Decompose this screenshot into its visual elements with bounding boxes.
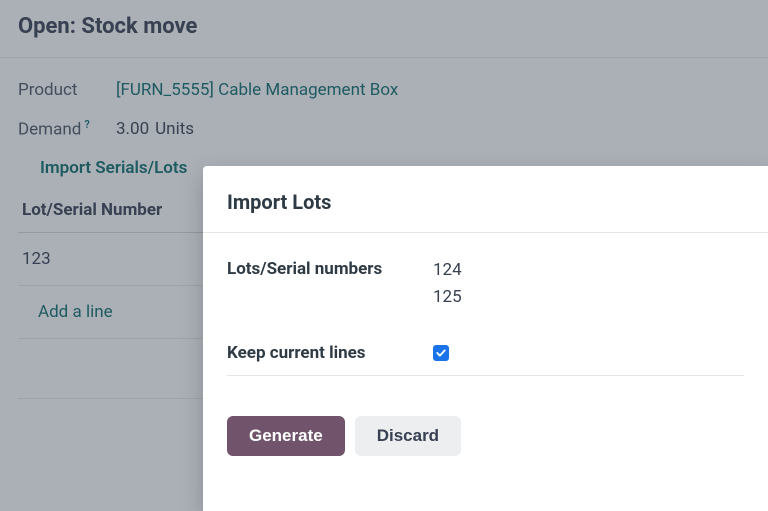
field-keep-lines: Keep current lines <box>227 341 744 376</box>
lots-label: Lots/Serial numbers <box>227 257 433 279</box>
modal-body: Lots/Serial numbers 124 125 Keep current… <box>203 233 768 394</box>
modal-footer: Generate Discard <box>203 394 768 478</box>
check-icon <box>435 347 447 359</box>
discard-button[interactable]: Discard <box>355 416 461 456</box>
keep-lines-checkbox[interactable] <box>433 345 449 361</box>
lots-value[interactable]: 124 125 <box>433 257 462 311</box>
import-lots-modal: Import Lots Lots/Serial numbers 124 125 … <box>203 166 768 511</box>
field-lots-serials: Lots/Serial numbers 124 125 <box>227 257 744 311</box>
keep-label: Keep current lines <box>227 341 433 363</box>
modal-header: Import Lots <box>203 166 768 233</box>
generate-button[interactable]: Generate <box>227 416 345 456</box>
modal-title: Import Lots <box>227 190 744 214</box>
